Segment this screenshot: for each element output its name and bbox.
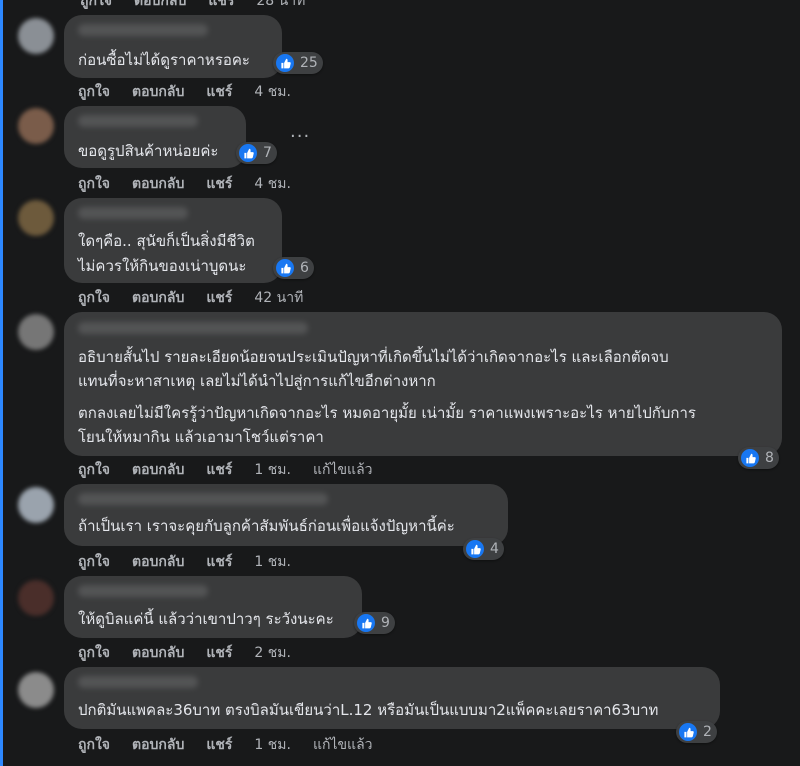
author-name[interactable]: [78, 585, 208, 597]
like-icon: [678, 722, 698, 742]
reply-link[interactable]: ตอบกลับ: [132, 734, 184, 756]
avatar[interactable]: [18, 108, 54, 144]
comment-actions: ถูกใจ ตอบกลับ แชร์ 42 นาที: [78, 287, 303, 309]
share-link[interactable]: แชร์: [208, 0, 234, 12]
reply-link[interactable]: ตอบกลับ: [132, 173, 184, 195]
like-icon: [238, 143, 258, 163]
share-link[interactable]: แชร์: [206, 459, 232, 481]
comment-actions: ถูกใจ ตอบกลับ แชร์ 1 ชม.: [78, 551, 291, 573]
avatar[interactable]: [18, 672, 54, 708]
like-link[interactable]: ถูกใจ: [78, 642, 110, 664]
like-link[interactable]: ถูกใจ: [78, 81, 110, 103]
reaction-count-value: 9: [381, 615, 390, 631]
share-link[interactable]: แชร์: [206, 551, 232, 573]
reaction-count[interactable]: 2: [676, 721, 717, 743]
comment-bubble: ใดๆคือ.. สุนัขก็เป็นสิ่งมีชีวิต ไม่ควรให…: [64, 198, 282, 283]
like-icon: [740, 448, 760, 468]
comment-bubble: ขอดูรูปสินค้าหน่อยค่ะ: [64, 106, 246, 168]
comment-bubble: อธิบายสั้นไป รายละเอียดน้อยจนประเมินปัญห…: [64, 312, 782, 456]
comment-actions: ถูกใจ ตอบกลับ แชร์ 4 ชม.: [78, 173, 291, 195]
comment-bubble: ปกติมันแพคละ36บาท ตรงบิลมันเขียนว่าL.12 …: [64, 667, 720, 729]
timestamp[interactable]: 28 นาที: [256, 0, 305, 12]
avatar[interactable]: [18, 200, 54, 236]
comment-bubble: ก่อนซื้อไม่ได้ดูราคาหรอคะ: [64, 15, 282, 78]
author-name[interactable]: [78, 207, 188, 219]
like-icon: [275, 53, 295, 73]
like-link[interactable]: ถูกใจ: [78, 551, 110, 573]
reply-link[interactable]: ตอบกลับ: [132, 459, 184, 481]
reply-link[interactable]: ตอบกลับ: [132, 81, 184, 103]
comment-text: ขอดูรูปสินค้าหน่อยค่ะ: [78, 142, 219, 160]
reaction-count-value: 8: [765, 450, 774, 466]
share-link[interactable]: แชร์: [206, 173, 232, 195]
author-name[interactable]: [78, 676, 198, 688]
timestamp[interactable]: 1 ชม.: [254, 734, 291, 756]
share-link[interactable]: แชร์: [206, 734, 232, 756]
reaction-count[interactable]: 7: [236, 142, 277, 164]
comment-text: อธิบายสั้นไป รายละเอียดน้อยจนประเมินปัญห…: [78, 348, 669, 366]
more-options-icon[interactable]: ···: [290, 126, 310, 147]
timestamp[interactable]: 2 ชม.: [254, 642, 291, 664]
comment-text: ก่อนซื้อไม่ได้ดูราคาหรอคะ: [78, 51, 250, 69]
like-link[interactable]: ถูกใจ: [78, 173, 110, 195]
share-link[interactable]: แชร์: [206, 287, 232, 309]
timestamp[interactable]: 4 ชม.: [254, 173, 291, 195]
timestamp[interactable]: 4 ชม.: [254, 81, 291, 103]
comment-actions: ถูกใจ ตอบกลับ แชร์ 4 ชม.: [78, 81, 291, 103]
reply-link[interactable]: ตอบกลับ: [132, 642, 184, 664]
author-name[interactable]: [78, 322, 308, 334]
like-link[interactable]: ถูกใจ: [78, 734, 110, 756]
like-link[interactable]: ถูกใจ: [80, 0, 112, 12]
comment-text: ถ้าเป็นเรา เราจะคุยกับลูกค้าสัมพันธ์ก่อน…: [78, 517, 455, 535]
edited-label[interactable]: แก้ไขแล้ว: [313, 459, 373, 481]
reaction-count[interactable]: 25: [273, 52, 323, 74]
like-link[interactable]: ถูกใจ: [78, 287, 110, 309]
like-icon: [275, 258, 295, 278]
like-icon: [465, 539, 485, 559]
comment-text: โยนให้หมากิน แล้วเอามาโชว์แต่ราคา: [78, 428, 324, 446]
top-comment-actions: ถูกใจ ตอบกลับ แชร์ 28 นาที: [80, 0, 305, 12]
comment-text: ไม่ควรให้กินของเน่าบูดนะ: [78, 257, 247, 275]
reply-link[interactable]: ตอบกลับ: [132, 287, 184, 309]
author-name[interactable]: [78, 115, 198, 127]
reaction-count-value: 6: [300, 260, 309, 276]
comment-actions: ถูกใจ ตอบกลับ แชร์ 1 ชม. แก้ไขแล้ว: [78, 459, 373, 481]
like-link[interactable]: ถูกใจ: [78, 459, 110, 481]
reaction-count[interactable]: 4: [463, 538, 504, 560]
avatar[interactable]: [18, 314, 54, 350]
author-name[interactable]: [78, 493, 328, 505]
avatar[interactable]: [18, 487, 54, 523]
comment-actions: ถูกใจ ตอบกลับ แชร์ 2 ชม.: [78, 642, 291, 664]
timestamp[interactable]: 1 ชม.: [254, 459, 291, 481]
reaction-count-value: 2: [703, 724, 712, 740]
comment-text: ให้ดูบิลแค่นี้ แล้วว่าเขาปาวๆ ระวังนะคะ: [78, 610, 334, 628]
comment-actions: ถูกใจ ตอบกลับ แชร์ 1 ชม. แก้ไขแล้ว: [78, 734, 373, 756]
comment-text: ใดๆคือ.. สุนัขก็เป็นสิ่งมีชีวิต: [78, 232, 255, 250]
author-name[interactable]: [78, 24, 208, 36]
reaction-count[interactable]: 9: [354, 612, 395, 634]
reaction-count-value: 25: [300, 55, 318, 71]
comment-bubble: ให้ดูบิลแค่นี้ แล้วว่าเขาปาวๆ ระวังนะคะ: [64, 576, 362, 638]
reaction-count[interactable]: 6: [273, 257, 314, 279]
comment-bubble: ถ้าเป็นเรา เราจะคุยกับลูกค้าสัมพันธ์ก่อน…: [64, 484, 508, 546]
avatar[interactable]: [18, 18, 54, 54]
reaction-count-value: 4: [490, 541, 499, 557]
timestamp[interactable]: 1 ชม.: [254, 551, 291, 573]
share-link[interactable]: แชร์: [206, 642, 232, 664]
edited-label[interactable]: แก้ไขแล้ว: [313, 734, 373, 756]
timestamp[interactable]: 42 นาที: [254, 287, 303, 309]
like-icon: [356, 613, 376, 633]
comment-text: แทนที่จะหาสาเหตุ เลยไม่ได้นำไปสู่การแก้ไ…: [78, 372, 436, 390]
avatar[interactable]: [18, 580, 54, 616]
reaction-count[interactable]: 8: [738, 447, 779, 469]
reaction-count-value: 7: [263, 145, 272, 161]
share-link[interactable]: แชร์: [206, 81, 232, 103]
reply-link[interactable]: ตอบกลับ: [134, 0, 186, 12]
comment-text: ตกลงเลยไม่มีใครรู้ว่าปัญหาเกิดจากอะไร หม…: [78, 404, 696, 422]
thread-indicator: [0, 0, 3, 766]
comment-text: ปกติมันแพคละ36บาท ตรงบิลมันเขียนว่าL.12 …: [78, 701, 659, 719]
reply-link[interactable]: ตอบกลับ: [132, 551, 184, 573]
